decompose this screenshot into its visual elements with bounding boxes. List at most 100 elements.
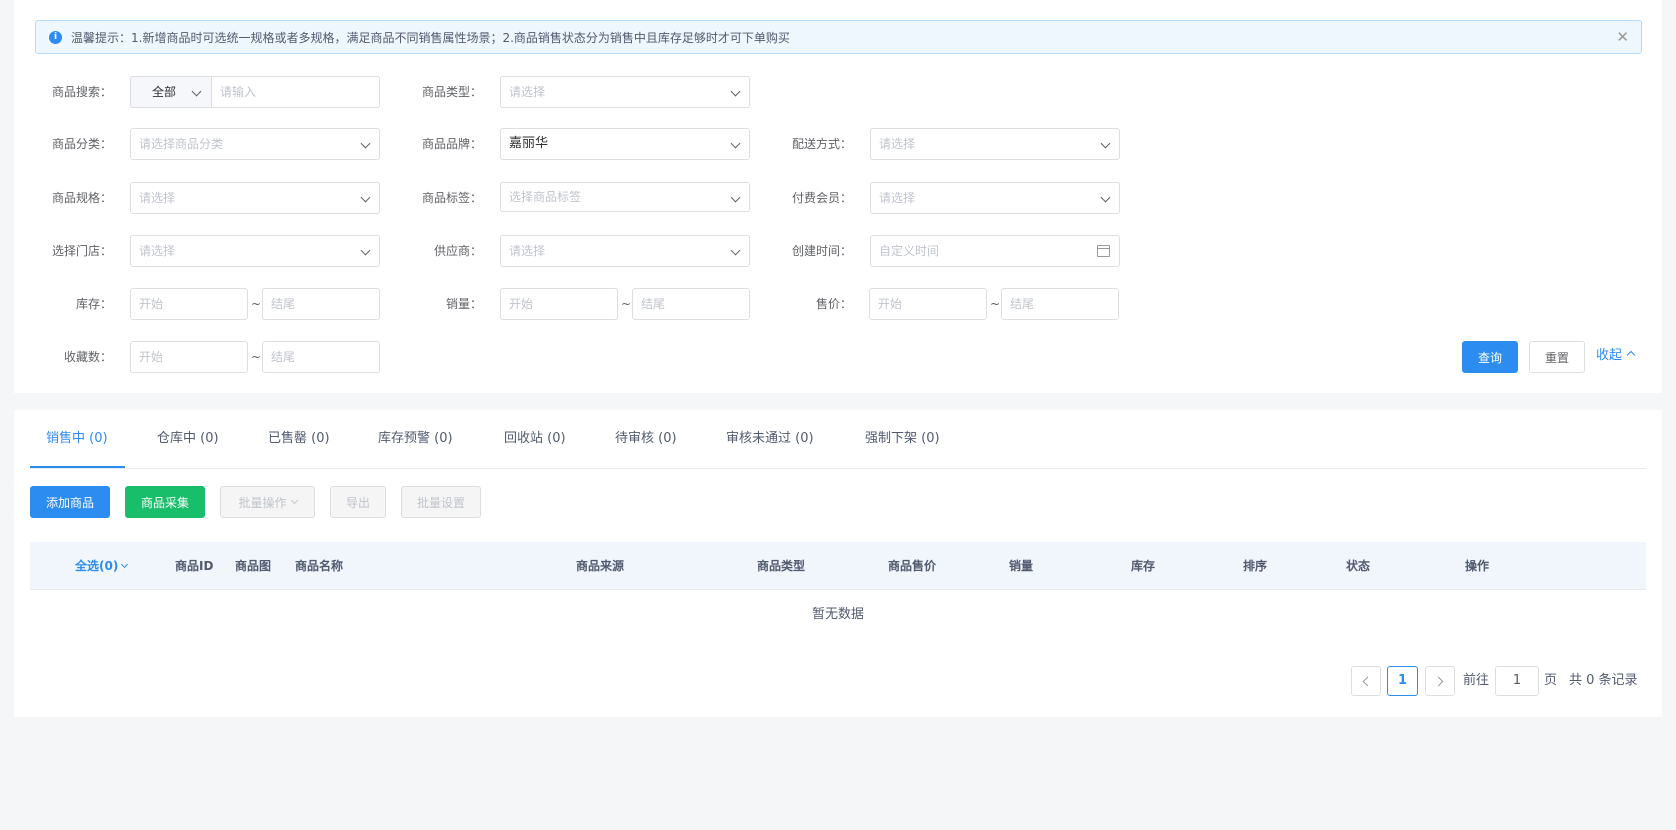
created-placeholder: 自定义时间 <box>879 244 940 258</box>
reset-button[interactable]: 重置 <box>1529 341 1585 373</box>
type-placeholder: 请选择 <box>509 85 546 99</box>
col-product-price: 商品售价 <box>888 559 937 573</box>
goto-suffix: 页 <box>1544 673 1558 688</box>
favorites-label: 收藏数： <box>63 350 112 364</box>
info-icon: i <box>49 30 62 44</box>
col-product-image: 商品图 <box>235 559 272 573</box>
empty-state: 暂无数据 <box>811 607 864 622</box>
col-status: 状态 <box>1346 559 1371 573</box>
page-number-current[interactable]: 1 <box>1387 666 1418 696</box>
col-product-type: 商品类型 <box>757 559 806 573</box>
tab-on-sale[interactable]: 销售中 (0) <box>30 410 125 468</box>
tab-pending-review[interactable]: 待审核 (0) <box>615 410 677 468</box>
goto-page-input[interactable]: 1 <box>1495 666 1539 696</box>
chevron-down-icon <box>191 86 202 97</box>
tag-select[interactable]: 选择商品标签 <box>500 182 750 212</box>
close-icon[interactable]: ✕ <box>1616 29 1629 45</box>
col-sort: 排序 <box>1243 559 1268 573</box>
delivery-select[interactable]: 请选择 <box>870 128 1120 160</box>
total-records: 共 0 条记录 <box>1569 673 1638 688</box>
col-product-name: 商品名称 <box>295 559 344 573</box>
search-scope-select[interactable]: 全部 <box>130 76 212 108</box>
select-all-dropdown[interactable]: 全选(0) <box>75 542 129 590</box>
type-label: 商品类型： <box>421 85 482 99</box>
member-placeholder: 请选择 <box>879 191 916 205</box>
delivery-placeholder: 请选择 <box>879 137 916 151</box>
status-tabs: 销售中 (0) 仓库中 (0) 已售罄 (0) 库存预警 (0) 回收站 (0)… <box>30 410 1646 469</box>
select-all-label: 全选(0) <box>75 559 119 573</box>
chevron-down-icon <box>121 560 129 569</box>
supplier-placeholder: 请选择 <box>509 244 546 258</box>
search-scope-value: 全部 <box>152 85 177 99</box>
sales-end-input[interactable]: 结尾 <box>632 288 750 320</box>
category-placeholder: 请选择商品分类 <box>139 137 224 151</box>
stock-end-input[interactable]: 结尾 <box>262 288 380 320</box>
col-actions: 操作 <box>1465 559 1490 573</box>
collect-product-button[interactable]: 商品采集 <box>125 486 205 518</box>
favorites-end-input[interactable]: 结尾 <box>262 341 380 373</box>
prev-page-button[interactable] <box>1351 666 1381 696</box>
stock-start-input[interactable]: 开始 <box>130 288 248 320</box>
chevron-down-icon <box>360 245 371 256</box>
tip-alert: i 温馨提示：1.新增商品时可选统一规格或者多规格，满足商品不同销售属性场景；2… <box>35 20 1642 54</box>
export-button[interactable]: 导出 <box>330 486 386 518</box>
chevron-left-icon <box>1362 676 1373 687</box>
member-label: 付费会员： <box>791 191 852 205</box>
favorites-start-input[interactable]: 开始 <box>130 341 248 373</box>
chevron-down-icon <box>360 138 371 149</box>
stock-label: 库存： <box>75 297 112 311</box>
store-select[interactable]: 请选择 <box>130 235 380 267</box>
chevron-down-icon <box>730 86 741 97</box>
range-separator: ~ <box>251 297 262 311</box>
next-page-button[interactable] <box>1425 666 1455 696</box>
collapse-label: 收起 <box>1596 348 1623 363</box>
chevron-down-icon <box>360 192 371 203</box>
goto-prefix: 前往 <box>1463 673 1490 688</box>
delivery-label: 配送方式： <box>791 137 852 151</box>
tag-label: 商品标签： <box>421 191 482 205</box>
price-label: 售价： <box>815 297 852 311</box>
member-select[interactable]: 请选择 <box>870 182 1120 214</box>
table-header: 全选(0) 商品ID 商品图 商品名称 商品来源 商品类型 商品售价 销量 库存… <box>30 542 1646 590</box>
calendar-icon <box>1097 245 1110 257</box>
supplier-label: 供应商： <box>433 244 482 258</box>
price-end-input[interactable]: 结尾 <box>1001 288 1119 320</box>
batch-operations-label: 批量操作 <box>238 495 287 510</box>
search-input[interactable]: 请输入 <box>211 76 380 108</box>
chevron-down-icon <box>730 245 741 256</box>
tip-text: 温馨提示：1.新增商品时可选统一规格或者多规格，满足商品不同销售属性场景；2.商… <box>71 30 790 45</box>
add-product-button[interactable]: 添加商品 <box>30 486 110 518</box>
chevron-down-icon <box>290 496 298 504</box>
sales-start-input[interactable]: 开始 <box>500 288 618 320</box>
range-separator: ~ <box>621 297 632 311</box>
query-button[interactable]: 查询 <box>1462 341 1518 373</box>
brand-select[interactable]: 嘉丽华 <box>500 128 750 160</box>
col-product-source: 商品来源 <box>576 559 625 573</box>
brand-value: 嘉丽华 <box>509 136 549 151</box>
batch-settings-button[interactable]: 批量设置 <box>401 486 481 518</box>
supplier-select[interactable]: 请选择 <box>500 235 750 267</box>
batch-operations-dropdown[interactable]: 批量操作 <box>220 486 315 518</box>
sales-label: 销量： <box>445 297 482 311</box>
store-placeholder: 请选择 <box>139 244 176 258</box>
price-start-input[interactable]: 开始 <box>869 288 987 320</box>
tag-placeholder: 选择商品标签 <box>509 190 582 204</box>
spec-select[interactable]: 请选择 <box>130 182 380 214</box>
tab-recycle-bin[interactable]: 回收站 (0) <box>504 410 566 468</box>
category-select[interactable]: 请选择商品分类 <box>130 128 380 160</box>
tab-stock-alert[interactable]: 库存预警 (0) <box>378 410 453 468</box>
collapse-link[interactable]: 收起 <box>1596 348 1636 364</box>
category-label: 商品分类： <box>51 137 112 151</box>
tab-sold-out[interactable]: 已售罄 (0) <box>268 410 330 468</box>
range-separator: ~ <box>990 297 1001 311</box>
created-date-picker[interactable]: 自定义时间 <box>870 235 1120 267</box>
col-sales: 销量 <box>1009 559 1034 573</box>
tab-forced-offline[interactable]: 强制下架 (0) <box>865 410 940 468</box>
tab-review-rejected[interactable]: 审核未通过 (0) <box>726 410 814 468</box>
chevron-down-icon <box>730 138 741 149</box>
chevron-down-icon <box>1100 138 1111 149</box>
spec-placeholder: 请选择 <box>139 191 176 205</box>
type-select[interactable]: 请选择 <box>500 76 750 108</box>
spec-label: 商品规格： <box>51 191 112 205</box>
tab-warehouse[interactable]: 仓库中 (0) <box>157 410 219 468</box>
